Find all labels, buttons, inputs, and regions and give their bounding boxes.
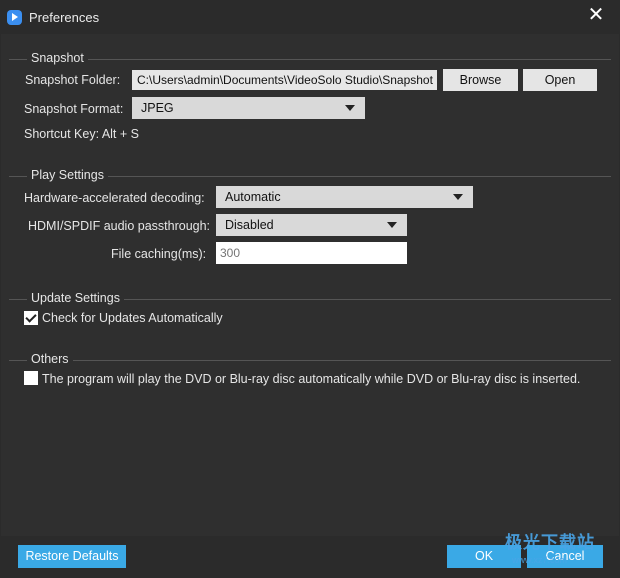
others-section-header: Others [1, 352, 619, 366]
browse-button[interactable]: Browse [443, 69, 518, 91]
window-title: Preferences [29, 10, 100, 25]
check-updates-checkbox[interactable] [24, 311, 38, 325]
section-divider [9, 59, 611, 60]
snapshot-format-value: JPEG [141, 101, 174, 115]
dvd-autoplay-label[interactable]: The program will play the DVD or Blu-ray… [42, 372, 580, 386]
play-section-header: Play Settings [1, 168, 619, 182]
chevron-down-icon [345, 105, 355, 111]
video-play-icon [7, 10, 22, 25]
update-section-header: Update Settings [1, 291, 619, 305]
snapshot-section-title: Snapshot [27, 51, 88, 65]
preferences-content: Snapshot Snapshot Folder: C:\Users\admin… [1, 34, 619, 536]
file-caching-label: File caching(ms): [111, 247, 207, 261]
check-updates-label[interactable]: Check for Updates Automatically [42, 311, 223, 325]
play-section-title: Play Settings [27, 168, 108, 182]
snapshot-section-header: Snapshot [1, 51, 619, 65]
hdmi-passthrough-label: HDMI/SPDIF audio passthrough: [28, 219, 211, 233]
snapshot-folder-label: Snapshot Folder: [25, 73, 121, 87]
snapshot-folder-field[interactable]: C:\Users\admin\Documents\VideoSolo Studi… [132, 70, 437, 90]
section-divider [9, 360, 611, 361]
watermark-logo-text: 极光下载站 [505, 533, 595, 552]
hw-decoding-label: Hardware-accelerated decoding: [24, 191, 205, 205]
update-section-title: Update Settings [27, 291, 124, 305]
preferences-window: Preferences ✕ Snapshot Snapshot Folder: … [0, 0, 620, 578]
hdmi-passthrough-value: Disabled [225, 218, 274, 232]
shortcut-key-label: Shortcut Key: Alt + S [24, 127, 139, 141]
open-button[interactable]: Open [523, 69, 597, 91]
file-caching-input[interactable] [216, 242, 407, 264]
watermark-url: www.xz7.com [512, 555, 568, 565]
hw-decoding-value: Automatic [225, 190, 281, 204]
chevron-down-icon [387, 222, 397, 228]
hdmi-passthrough-select[interactable]: Disabled [216, 214, 407, 236]
dvd-autoplay-checkbox[interactable] [24, 371, 38, 385]
chevron-down-icon [453, 194, 463, 200]
hw-decoding-select[interactable]: Automatic [216, 186, 473, 208]
others-section-title: Others [27, 352, 73, 366]
title-bar: Preferences ✕ [0, 0, 620, 34]
snapshot-format-label: Snapshot Format: [24, 102, 124, 116]
snapshot-format-select[interactable]: JPEG [132, 97, 365, 119]
close-icon[interactable]: ✕ [586, 5, 606, 25]
restore-defaults-button[interactable]: Restore Defaults [18, 545, 126, 568]
